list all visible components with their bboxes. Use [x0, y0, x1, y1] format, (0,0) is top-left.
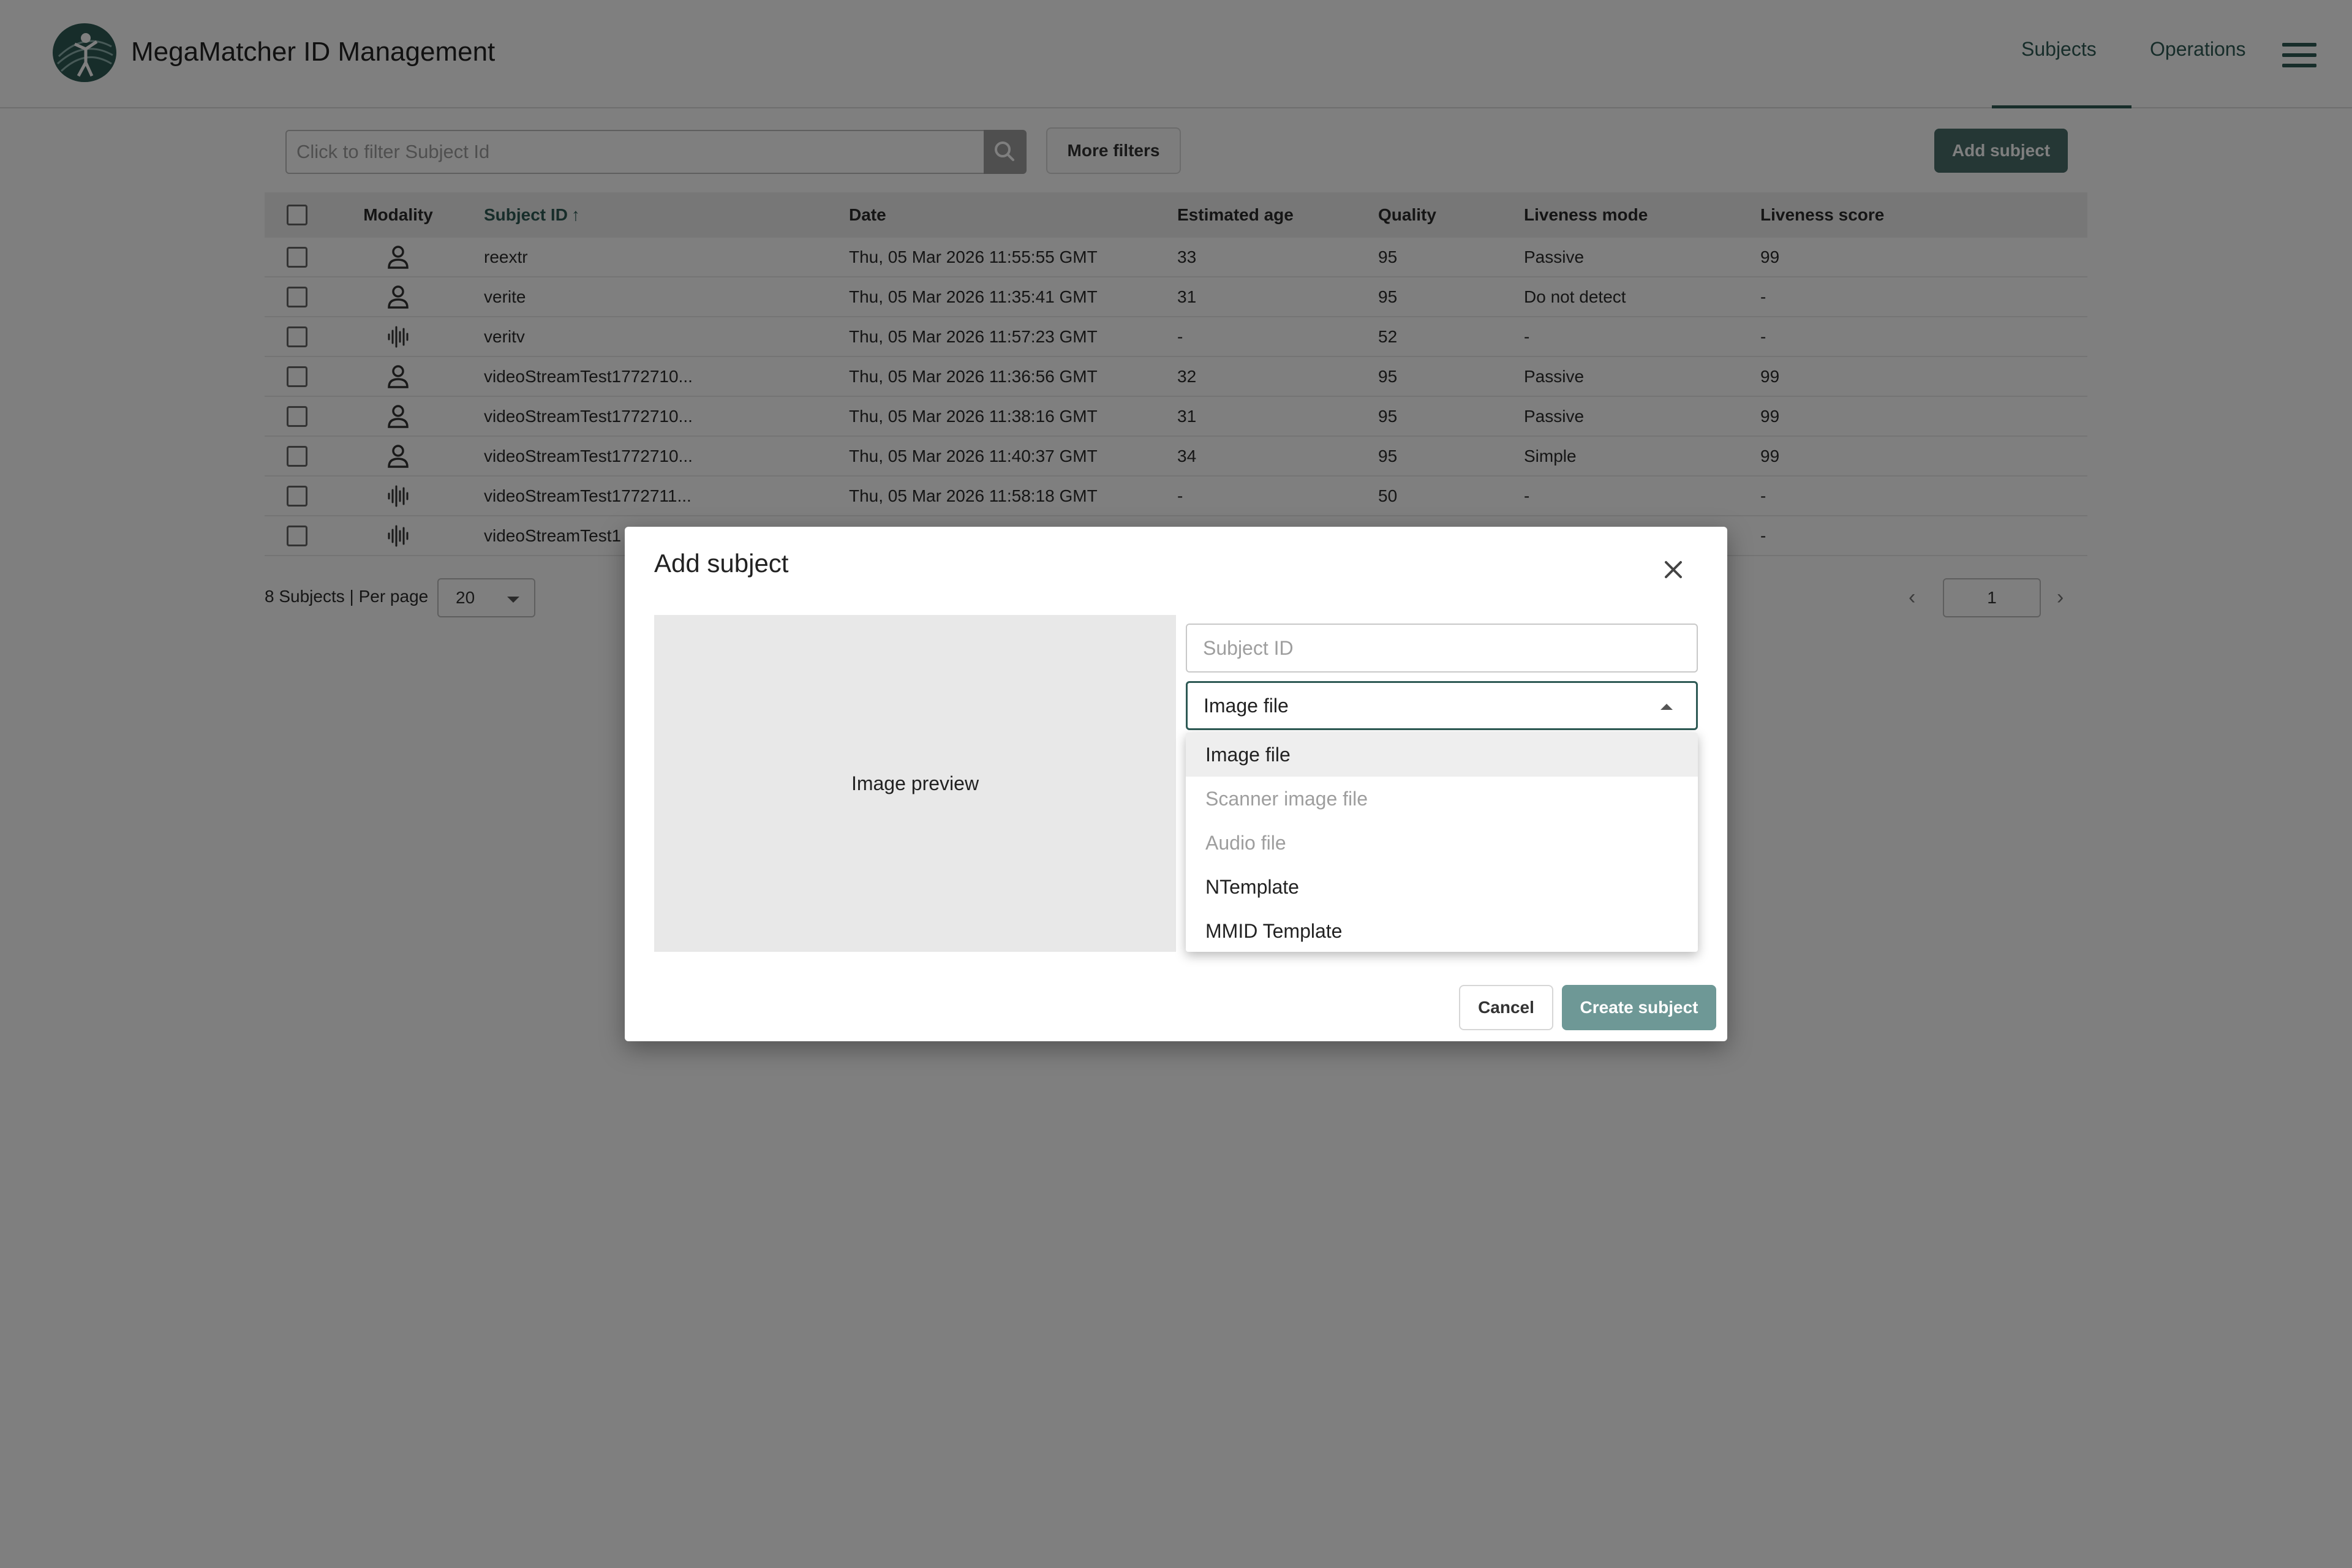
close-icon[interactable] [1660, 556, 1687, 583]
option-image-file[interactable]: Image file [1186, 733, 1698, 777]
add-subject-dialog: Add subject Image preview Subject ID Ima… [625, 527, 1727, 1041]
image-preview-area[interactable]: Image preview [654, 615, 1176, 952]
option-scanner-image-file: Scanner image file [1205, 787, 1368, 810]
cancel-button[interactable]: Cancel [1459, 985, 1553, 1030]
option-audio-file: Audio file [1205, 831, 1286, 854]
dialog-title: Add subject [654, 549, 789, 578]
create-subject-button[interactable]: Create subject [1562, 985, 1716, 1030]
option-mmid-template[interactable]: MMID Template [1186, 909, 1698, 952]
input-type-select[interactable]: Image file [1186, 681, 1698, 730]
subject-id-placeholder: Subject ID [1203, 636, 1294, 659]
app-page: MegaMatcher ID Management Subjects Opera… [0, 0, 2352, 1568]
subject-id-field[interactable]: Subject ID [1186, 624, 1698, 673]
input-type-selected-value: Image file [1204, 694, 1289, 717]
chevron-up-icon [1660, 704, 1673, 710]
input-type-dropdown: Image file Scanner image file Audio file… [1186, 733, 1698, 952]
option-ntemplate[interactable]: NTemplate [1186, 865, 1698, 909]
image-preview-label: Image preview [851, 772, 979, 794]
